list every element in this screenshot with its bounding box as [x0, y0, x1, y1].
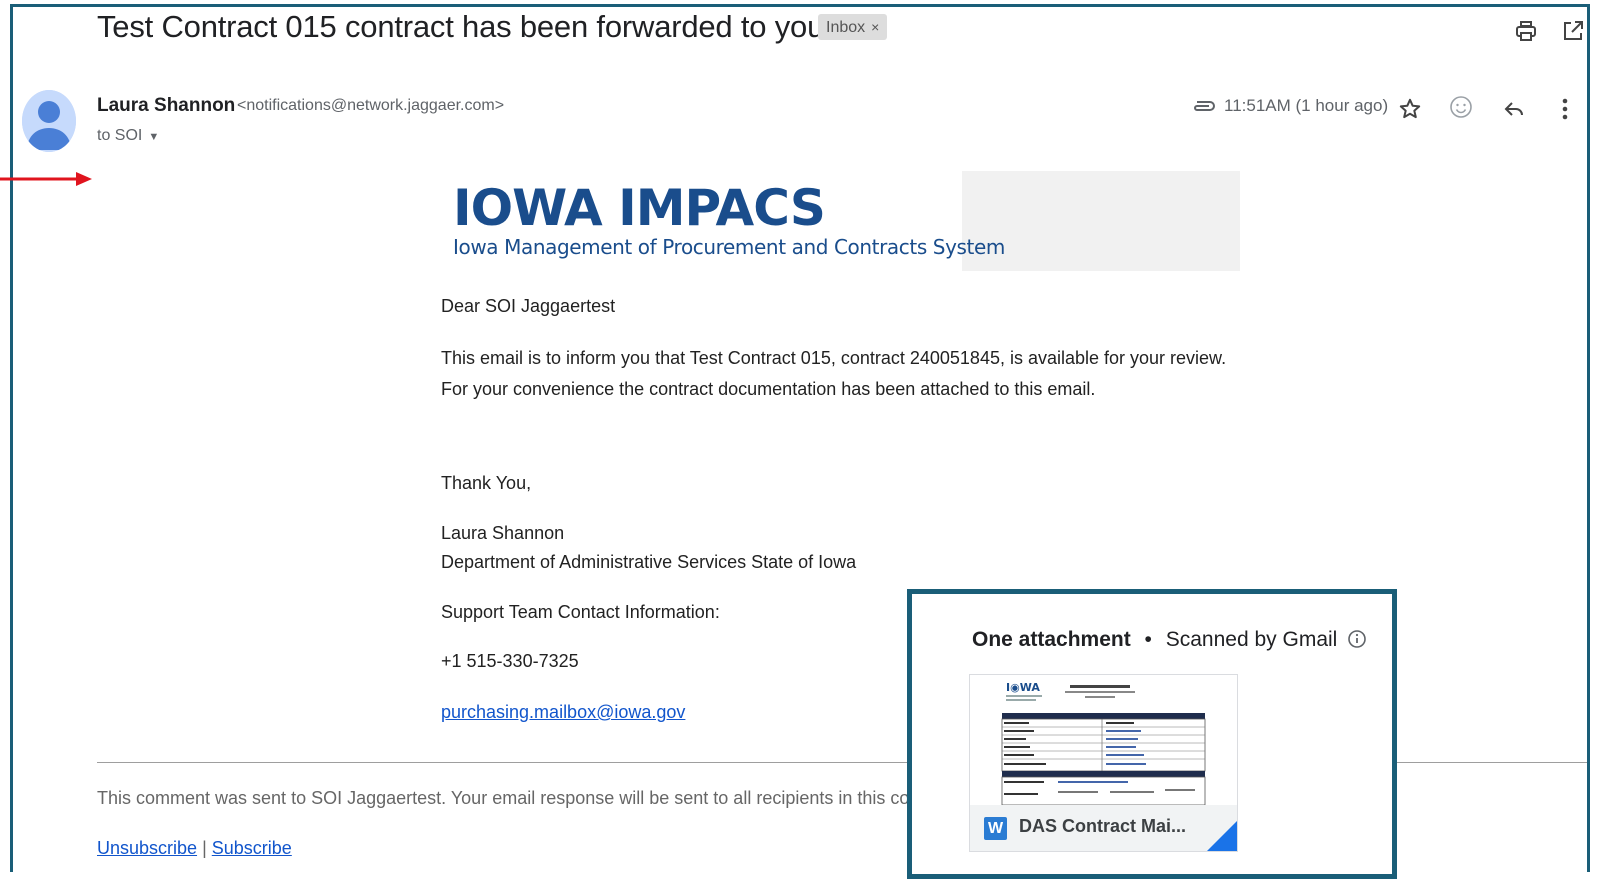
attachment-indicator — [1190, 96, 1216, 116]
info-icon[interactable] — [1347, 629, 1367, 649]
remove-label-icon[interactable]: × — [871, 19, 879, 35]
attachment-panel: One attachment • Scanned by Gmail I◉WA W… — [907, 589, 1397, 879]
more-options-button[interactable] — [1552, 94, 1578, 124]
star-button[interactable] — [1395, 94, 1425, 124]
email-subject: Test Contract 015 contract has been forw… — [97, 9, 825, 44]
unsubscribe-link[interactable]: Unsubscribe — [97, 838, 197, 858]
paperclip-icon — [1194, 101, 1215, 111]
add-reaction-button[interactable] — [1446, 92, 1476, 122]
smiley-icon — [1450, 96, 1472, 118]
attachment-card[interactable]: I◉WA W DAS Contract Mai... — [969, 674, 1238, 852]
email-timestamp: 11:51AM (1 hour ago) — [1224, 96, 1389, 115]
word-document-icon: W — [984, 817, 1007, 840]
chevron-down-icon: ▼ — [148, 131, 160, 143]
recipients-text: to SOI — [97, 127, 143, 144]
greeting: Dear SOI Jaggaertest — [441, 296, 616, 316]
star-icon — [1399, 98, 1421, 119]
print-icon — [1516, 21, 1536, 41]
reply-button[interactable] — [1499, 94, 1529, 124]
open-in-new-icon — [1564, 21, 1583, 40]
sender-name[interactable]: Laura Shannon — [97, 95, 235, 117]
scanned-by-gmail: Scanned by Gmail — [1165, 628, 1338, 651]
heading-bullet: • — [1144, 628, 1152, 651]
sender-avatar — [22, 90, 76, 152]
signature-department: Department of Administrative Services St… — [441, 552, 857, 572]
support-phone: +1 515-330-7325 — [441, 651, 579, 671]
sender-email: <notifications@network.jaggaer.com> — [237, 97, 505, 114]
support-email-link[interactable]: purchasing.mailbox@iowa.gov — [441, 702, 685, 723]
message-paragraph: This email is to inform you that Test Co… — [441, 348, 1227, 399]
email-banner: IOWA IMPACS Iowa Management of Procureme… — [441, 171, 1240, 271]
link-separator: | — [202, 838, 207, 858]
footer-note: This comment was sent to SOI Jaggaertest… — [97, 788, 945, 808]
inbox-label-text: Inbox — [826, 19, 866, 36]
annotation-arrow — [0, 172, 92, 186]
document-thumbnail: I◉WA — [970, 675, 1237, 806]
logo-panel: IOWA IMPACS Iowa Management of Procureme… — [441, 171, 1005, 271]
reply-icon — [1504, 102, 1523, 116]
attachment-heading: One attachment • Scanned by Gmail — [972, 628, 1367, 652]
print-button[interactable] — [1510, 16, 1542, 46]
attachment-name-bar: W DAS Contract Mai... — [970, 805, 1237, 851]
person-icon — [22, 90, 76, 152]
recipients-toggle[interactable]: to SOI ▼ — [97, 127, 159, 145]
footer-links: Unsubscribe | Subscribe — [97, 838, 292, 859]
signature-name: Laura Shannon — [441, 523, 565, 543]
inbox-label-chip[interactable]: Inbox × — [818, 14, 888, 40]
attachment-file-name: DAS Contract Mai... — [1019, 816, 1187, 836]
attachment-count: One attachment — [972, 628, 1131, 651]
open-in-new-window-button[interactable] — [1557, 16, 1589, 46]
svg-text:I◉WA: I◉WA — [1006, 681, 1040, 694]
closing: Thank You, — [441, 473, 532, 493]
logo-subtitle: Iowa Management of Procurement and Contr… — [453, 235, 1005, 259]
page-corner-icon — [1207, 821, 1237, 851]
support-heading: Support Team Contact Information: — [441, 602, 720, 622]
subscribe-link[interactable]: Subscribe — [212, 838, 292, 858]
iowa-impacs-logo: IOWA IMPACS — [453, 179, 826, 237]
more-vert-icon — [1562, 98, 1568, 120]
